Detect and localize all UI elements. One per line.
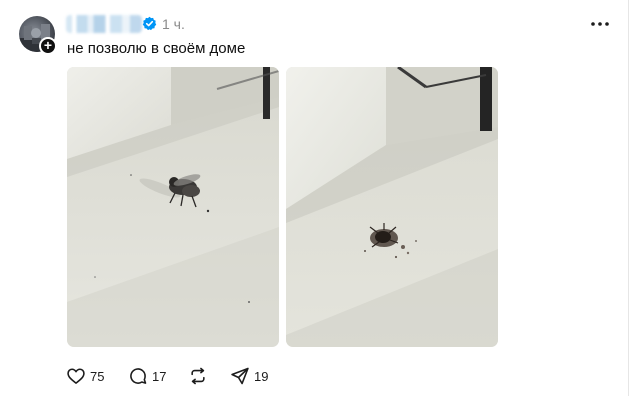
like-button[interactable]: 75 bbox=[66, 364, 104, 388]
share-count: 19 bbox=[254, 368, 269, 384]
author-username[interactable]: redacted bbox=[66, 15, 142, 33]
verified-badge-icon bbox=[142, 16, 157, 31]
repost-button[interactable] bbox=[188, 364, 212, 388]
more-horizontal-icon[interactable] bbox=[589, 17, 611, 31]
comment-icon bbox=[130, 368, 147, 384]
repost-icon bbox=[191, 367, 205, 385]
like-count: 75 bbox=[90, 368, 105, 384]
send-icon bbox=[231, 367, 249, 385]
heart-icon bbox=[67, 368, 85, 384]
follow-plus-icon[interactable]: + bbox=[39, 37, 57, 55]
share-button[interactable]: 19 bbox=[230, 364, 268, 388]
post-image-1[interactable] bbox=[67, 67, 279, 347]
post-timestamp[interactable]: 1 ч. bbox=[162, 16, 185, 32]
post-image-2[interactable] bbox=[286, 67, 498, 347]
post-text: не позволю в своём доме bbox=[67, 40, 246, 57]
reply-count: 17 bbox=[152, 368, 167, 384]
reply-button[interactable]: 17 bbox=[128, 364, 166, 388]
